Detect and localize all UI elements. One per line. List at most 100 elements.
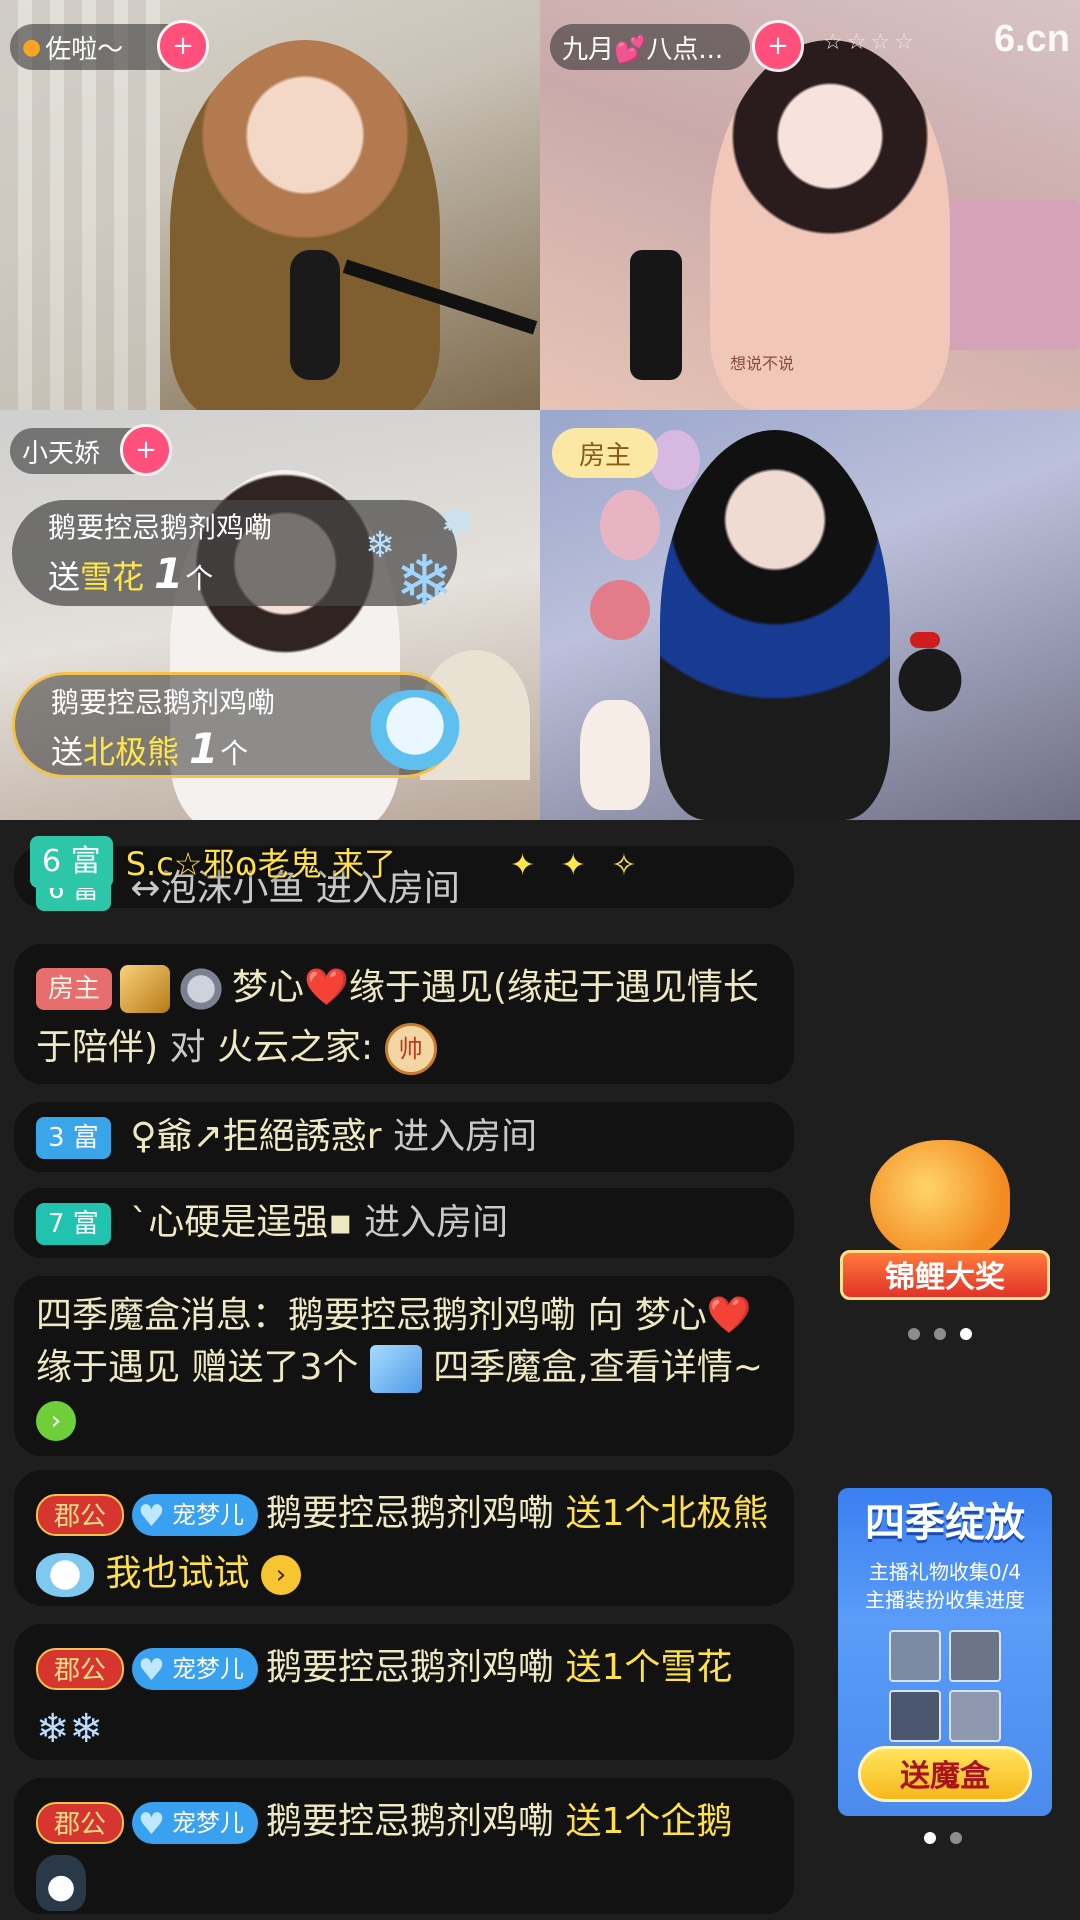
gift-name: 北极熊 xyxy=(83,733,180,771)
snowflake-icon: ❄❄ xyxy=(36,1706,104,1752)
room-owner-badge: 房主 xyxy=(36,968,113,1010)
follow-button[interactable]: + xyxy=(120,424,172,476)
chat-user[interactable]: `心硬是逞强▪ xyxy=(130,1202,352,1243)
rank-icon xyxy=(176,966,227,1012)
penguin-icon xyxy=(36,1855,86,1911)
collection-item xyxy=(889,1630,941,1682)
collection-grid xyxy=(838,1630,1052,1742)
follow-button[interactable]: + xyxy=(752,20,804,72)
chevron-right-icon[interactable]: › xyxy=(260,1555,301,1595)
carousel-dot-active[interactable] xyxy=(960,1328,972,1340)
gift-unit: 个 xyxy=(185,562,214,595)
chat-user[interactable]: 鹅要控忌鹅剂鸡嘞 xyxy=(266,1801,554,1842)
site-logo: 6.cn xyxy=(993,18,1070,60)
gift-text: 送1个雪花 xyxy=(565,1647,733,1688)
microphone xyxy=(630,250,682,380)
collection-item xyxy=(949,1690,1001,1742)
carousel-dot[interactable] xyxy=(908,1328,920,1340)
snowflake-icon: ❄ xyxy=(440,500,474,546)
heart-plus-icon: + xyxy=(135,435,157,465)
room-owner-badge: 房主 xyxy=(552,428,658,478)
carousel-dots[interactable] xyxy=(924,1832,962,1844)
chat-action: 进入房间 xyxy=(393,1116,538,1157)
season-title: 四季绽放 xyxy=(865,1500,1025,1546)
gold-bar-icon xyxy=(120,965,171,1013)
chat-message: 3 富 ♀爺↗拒絕誘惑r 进入房间 xyxy=(14,1102,794,1172)
chevron-right-icon[interactable]: › xyxy=(36,1401,76,1441)
video-tile-1[interactable]: ● 佐啦～ + xyxy=(0,0,540,410)
gift-text: 送1个企鹅 xyxy=(565,1801,733,1842)
gift-count: 1 xyxy=(189,724,219,773)
gift-unit: 个 xyxy=(220,737,249,770)
wealth-level-badge: 3 富 xyxy=(36,1117,111,1159)
collection-item xyxy=(949,1630,1001,1682)
chat-message: 四季魔盒消息：鹅要控忌鹅剂鸡嘞 向 梦心❤️缘于遇见 赠送了3个 四季魔盒,查看… xyxy=(14,1276,794,1456)
streamer-name: 九月💕八点... xyxy=(562,34,724,65)
chat-connector: 对 xyxy=(169,1027,206,1068)
gift-text: 送1个北极熊 xyxy=(565,1493,769,1534)
heart-icon: ♥ xyxy=(138,1499,165,1534)
fan-club-name: 宠梦儿 xyxy=(172,1809,245,1837)
chat-target[interactable]: 火云之家: xyxy=(217,1027,373,1068)
fan-club-badge: ♥ 宠梦儿 xyxy=(132,1494,259,1536)
mouse-plush-toy xyxy=(890,632,970,720)
chat-list[interactable]: 6 富 ↔泡沫小鱼 进入房间 房主 梦心❤️缘于遇见(缘起于遇见情长于陪伴) 对 … xyxy=(0,830,800,1920)
follow-button[interactable]: + xyxy=(157,20,209,72)
duke-rank-badge: 郡公 xyxy=(36,1494,125,1536)
magic-box-icon xyxy=(369,1345,422,1393)
heart-plus-icon: + xyxy=(767,31,789,61)
heart-icon: ♥ xyxy=(138,1807,165,1842)
carousel-dot[interactable] xyxy=(934,1328,946,1340)
chat-action: 进入房间 xyxy=(364,1202,509,1243)
polar-bear-icon xyxy=(36,1553,94,1597)
try-it-link[interactable]: 我也试试 xyxy=(105,1553,249,1594)
streamer-name: 小天娇 xyxy=(22,438,101,469)
carousel-dot[interactable] xyxy=(950,1832,962,1844)
fan-club-badge: ♥ 宠梦儿 xyxy=(132,1802,259,1844)
gift-name: 雪花 xyxy=(80,558,145,596)
bunny-toy xyxy=(580,700,650,810)
koi-prize-button[interactable]: 锦鲤大奖 xyxy=(840,1140,1050,1310)
season-event-card[interactable]: 四季绽放 主播礼物收集0/4 主播装扮收集进度 送魔盒 xyxy=(838,1488,1052,1816)
shirt-caption: 想说不说 xyxy=(730,354,795,373)
chat-message: 郡公 ♥ 宠梦儿 鹅要控忌鹅剂鸡嘞 送1个企鹅 xyxy=(14,1778,794,1914)
system-gift-link[interactable]: 四季魔盒,查看详情~ xyxy=(433,1347,763,1388)
video-tile-4[interactable]: 房主 xyxy=(540,410,1080,820)
carousel-dots[interactable] xyxy=(908,1328,972,1340)
video-tile-2[interactable]: 想说不说 九月💕八点... + ☆☆☆☆ 6.cn xyxy=(540,0,1080,410)
chat-user[interactable]: ♀爺↗拒絕誘惑r xyxy=(130,1116,381,1157)
chat-message: 郡公 ♥ 宠梦儿 鹅要控忌鹅剂鸡嘞 送1个北极熊 我也试试 › xyxy=(14,1470,794,1606)
koi-prize-label: 锦鲤大奖 xyxy=(840,1250,1050,1300)
streamer-name-pill[interactable]: 九月💕八点... xyxy=(550,24,750,70)
polar-bear-gift-icon xyxy=(370,690,460,770)
outfit-collection-progress: 主播装扮收集进度 xyxy=(865,1588,1025,1612)
fan-club-badge: ♥ 宠梦儿 xyxy=(132,1648,259,1690)
live-room: ● 佐啦～ + 想说不说 九月💕八点... + ☆☆☆☆ 6.cn 小天娇 + … xyxy=(0,0,1080,1920)
heart-plus-icon: + xyxy=(172,31,194,61)
snowflake-icon: ❄ xyxy=(365,525,396,566)
carousel-dot-active[interactable] xyxy=(924,1832,936,1844)
chat-user[interactable]: 鹅要控忌鹅剂鸡嘞 xyxy=(266,1493,554,1534)
chat-message: 7 富 `心硬是逞强▪ 进入房间 xyxy=(14,1188,794,1258)
gift-count: 1 xyxy=(154,549,184,598)
star-rating: ☆☆☆☆ xyxy=(823,30,918,55)
sparkle-icon: ✦ ✦ ✧ xyxy=(510,848,645,883)
streamer-video xyxy=(660,430,890,820)
balloon-decor xyxy=(590,580,650,640)
fire-icon: ● xyxy=(22,34,42,60)
koi-fish-icon xyxy=(870,1140,1010,1260)
wealth-level-badge: 7 富 xyxy=(36,1203,111,1245)
microphone xyxy=(290,250,340,380)
heart-icon: ♥ xyxy=(138,1653,165,1688)
chess-piece-icon: 帅 xyxy=(384,1023,437,1075)
snowflake-icon: ❄ xyxy=(395,540,454,622)
balloon-decor xyxy=(650,430,700,490)
wealth-level-badge: 6 富 xyxy=(30,836,113,888)
entrance-text: S.c☆邪ɷ老鬼 来了 xyxy=(125,845,396,883)
chat-message: 房主 梦心❤️缘于遇见(缘起于遇见情长于陪伴) 对 火云之家: 帅 xyxy=(14,944,794,1084)
send-magic-box-button[interactable]: 送魔盒 xyxy=(858,1746,1032,1802)
chat-user[interactable]: 鹅要控忌鹅剂鸡嘞 xyxy=(266,1647,554,1688)
gift-collection-progress: 主播礼物收集0/4 xyxy=(868,1560,1022,1584)
streamer-name: 佐啦～ xyxy=(45,34,124,65)
balloon-decor xyxy=(600,490,660,560)
